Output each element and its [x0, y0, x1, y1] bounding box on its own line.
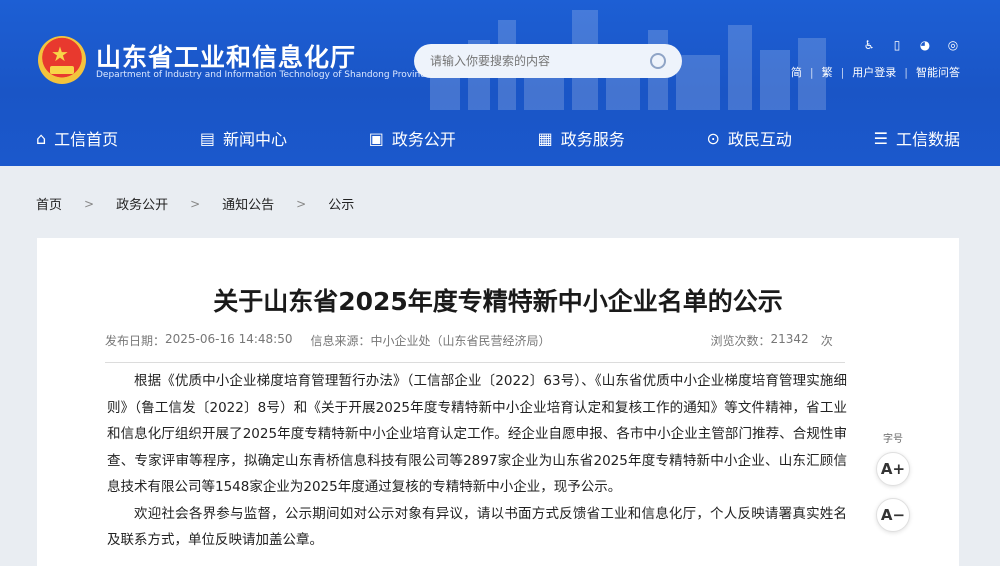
search-bar — [414, 44, 682, 78]
site-title[interactable]: 山东省工业和信息化厅 — [96, 38, 356, 74]
article-paragraph: 欢迎社会各界参与监督，公示期间如对公示对象有异议，请以书面方式反馈省工业和信息化… — [107, 505, 847, 549]
source-label: 信息来源： — [310, 334, 371, 348]
news-icon: ▤ — [199, 128, 216, 148]
login-link[interactable]: 用户登录 — [852, 64, 896, 80]
mobile-icon[interactable]: ▯ — [890, 38, 904, 52]
article-paragraph: 根据《优质中小企业梯度培育管理暂行办法》（工信部企业〔2022〕63号）、《山东… — [107, 373, 847, 495]
divider — [105, 362, 845, 363]
wechat-icon[interactable]: ◕ — [918, 38, 932, 52]
home-icon: ⌂ — [36, 128, 47, 148]
monitor-icon: ▣ — [368, 128, 384, 148]
article-title: 关于山东省2025年度专精特新中小企业名单的公示 — [213, 287, 783, 316]
chat-icon: ⊙ — [706, 128, 720, 148]
breadcrumb: 首页 > 政务公开 > 通知公告 > 公示 — [36, 194, 354, 214]
breadcrumb-publicity[interactable]: 公示 — [328, 194, 354, 213]
nav-gov-service[interactable]: ▦ 政务服务 — [538, 116, 625, 160]
article-source: 中小企业处（山东省民营经济局） — [370, 334, 551, 348]
chevron-right-icon: > — [190, 196, 201, 211]
national-emblem-logo[interactable]: ★ — [38, 36, 86, 84]
database-icon: ☰ — [873, 128, 888, 148]
font-decrease-button[interactable]: A− — [876, 498, 910, 532]
nav-interaction[interactable]: ⊙ 政民互动 — [706, 116, 791, 160]
font-size-label: 字号 — [883, 434, 903, 445]
main-nav: ⌂ 工信首页 ▤ 新闻中心 ▣ 政务公开 ▦ 政务服务 ⊙ 政民互动 ☰ 工信数… — [0, 116, 1000, 160]
publish-date: 2025-06-16 14:48:50 — [165, 332, 293, 346]
chevron-right-icon: > — [296, 196, 307, 211]
chevron-right-icon: > — [84, 196, 95, 211]
search-input[interactable] — [430, 52, 640, 70]
breadcrumb-gov-affairs[interactable]: 政务公开 — [116, 194, 168, 213]
publish-label: 发布日期： — [105, 334, 166, 348]
nav-data[interactable]: ☰ 工信数据 — [874, 116, 960, 160]
nav-news[interactable]: ▤ 新闻中心 — [200, 116, 287, 160]
article-body: 根据《优质中小企业梯度培育管理暂行办法》（工信部企业〔2022〕63号）、《山东… — [107, 368, 847, 554]
breadcrumb-home[interactable]: 首页 — [36, 194, 62, 213]
smart-qa-link[interactable]: 智能问答 — [916, 64, 960, 80]
breadcrumb-notices[interactable]: 通知公告 — [222, 194, 274, 213]
traditional-link[interactable]: 繁 — [822, 64, 833, 80]
site-header: ★ 山东省工业和信息化厅 Department of Industry and … — [0, 0, 1000, 166]
article-card: 关于山东省2025年度专精特新中小企业名单的公示 发布日期： 2025-06-1… — [37, 238, 959, 566]
search-icon[interactable] — [650, 53, 666, 69]
tool-icons: ♿ ▯ ◕ ◎ — [862, 38, 960, 52]
weibo-icon[interactable]: ◎ — [946, 38, 960, 52]
views-label: 浏览次数： — [710, 334, 771, 348]
nav-gov-affairs[interactable]: ▣ 政务公开 — [369, 116, 456, 160]
nav-home[interactable]: ⌂ 工信首页 — [36, 116, 118, 160]
top-links: 简 | 繁 | 用户登录 | 智能问答 — [790, 64, 960, 80]
views-unit: 次 — [820, 334, 833, 348]
accessibility-icon[interactable]: ♿ — [862, 38, 876, 52]
views-count: 21342 — [770, 332, 809, 346]
simplified-link[interactable]: 简 — [791, 64, 802, 80]
font-increase-button[interactable]: A+ — [876, 452, 910, 486]
article-meta: 发布日期： 2025-06-16 14:48:50 信息来源： 中小企业处（山东… — [105, 332, 833, 349]
site-subtitle: Department of Industry and Information T… — [96, 70, 431, 80]
service-icon: ▦ — [537, 128, 553, 148]
